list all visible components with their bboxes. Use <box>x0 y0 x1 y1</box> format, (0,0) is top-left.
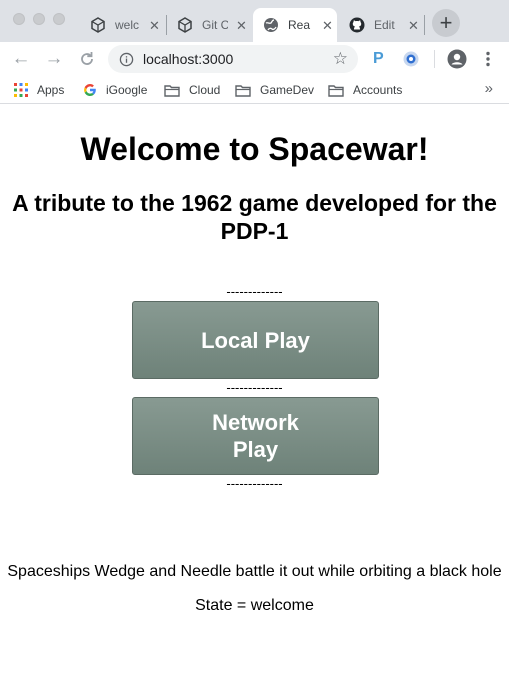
folder-icon <box>328 84 344 97</box>
bookmark-cloud[interactable]: Cloud <box>164 81 220 99</box>
bookmark-gamedev[interactable]: GameDev <box>235 81 314 99</box>
tab-close-icon[interactable]: ✕ <box>149 19 160 32</box>
tab-git[interactable]: Git C ✕ <box>167 8 251 42</box>
url-text: localhost:3000 <box>143 51 234 67</box>
profile-avatar-icon[interactable] <box>447 49 467 69</box>
state-readout: State = welcome <box>195 597 314 614</box>
codesandbox-icon <box>91 17 105 33</box>
tab-title: Git C <box>202 18 228 32</box>
reload-icon[interactable] <box>77 49 97 69</box>
bookmark-label: Accounts <box>353 83 403 97</box>
address-bar[interactable]: localhost:3000 ☆ <box>108 45 358 73</box>
globe-icon <box>264 18 278 32</box>
bookmark-accounts[interactable]: Accounts <box>328 81 402 99</box>
github-icon <box>349 17 365 33</box>
codesandbox-icon <box>178 17 192 33</box>
page-subtitle: A tribute to the 1962 game developed for… <box>12 190 497 244</box>
dashed-divider: ------------- <box>226 380 283 395</box>
bookmark-label: iGoogle <box>106 83 148 97</box>
tab-react-app[interactable]: Rea ✕ <box>253 8 337 42</box>
browser-toolbar: ← → localhost:3000 ☆ P <box>0 42 509 76</box>
page-content: Welcome to Spacewar! A tribute to the 19… <box>0 105 509 676</box>
apps-grid-icon <box>14 83 28 97</box>
network-play-label: Network Play <box>212 410 299 462</box>
bookmark-label: Apps <box>37 83 65 97</box>
extension-circle-icon[interactable] <box>402 50 420 68</box>
network-play-button[interactable]: Network Play <box>132 397 379 475</box>
bookmark-apps[interactable]: Apps <box>14 81 64 99</box>
tab-close-icon[interactable]: ✕ <box>408 19 419 32</box>
bookmarks-overflow-icon[interactable]: » <box>485 80 493 97</box>
bookmark-igoogle[interactable]: iGoogle <box>83 81 147 99</box>
dashed-divider: ------------- <box>226 476 283 491</box>
tab-separator <box>424 15 425 35</box>
extension-p-icon[interactable]: P <box>373 50 384 68</box>
tab-github-edit[interactable]: Edit ✕ <box>339 8 423 42</box>
menu-kebab-icon[interactable] <box>482 50 494 68</box>
bookmark-star-icon[interactable]: ☆ <box>333 50 348 68</box>
window-minimize-control[interactable] <box>33 13 45 25</box>
toolbar-separator <box>434 50 435 68</box>
bookmarks-bar: Apps iGoogle Cloud GameDev Accounts » <box>0 76 509 104</box>
tab-title: welc <box>115 18 140 32</box>
dashed-divider: ------------- <box>226 284 283 299</box>
google-icon <box>84 84 96 96</box>
local-play-label: Local Play <box>201 327 310 353</box>
window-close-control[interactable] <box>13 13 25 25</box>
window-zoom-control[interactable] <box>53 13 65 25</box>
bookmark-label: GameDev <box>260 83 315 97</box>
tab-close-icon[interactable]: ✕ <box>322 19 333 32</box>
folder-icon <box>164 84 180 97</box>
tab-title: Rea <box>288 18 311 32</box>
tab-title: Edit <box>374 18 395 32</box>
folder-icon <box>235 84 251 97</box>
local-play-button[interactable]: Local Play <box>132 301 379 379</box>
info-icon[interactable] <box>119 52 134 67</box>
game-tagline: Spaceships Wedge and Needle battle it ou… <box>7 563 502 580</box>
back-icon[interactable]: ← <box>11 49 31 69</box>
bookmark-label: Cloud <box>189 83 221 97</box>
page-title: Welcome to Spacewar! <box>80 131 429 167</box>
browser-tab-strip: welc ✕ Git C ✕ Rea ✕ Edit ✕ + <box>0 0 509 42</box>
forward-icon[interactable]: → <box>44 49 64 69</box>
new-tab-button[interactable]: + <box>432 9 460 37</box>
tab-close-icon[interactable]: ✕ <box>236 19 247 32</box>
tab-welcome[interactable]: welc ✕ <box>80 8 164 42</box>
